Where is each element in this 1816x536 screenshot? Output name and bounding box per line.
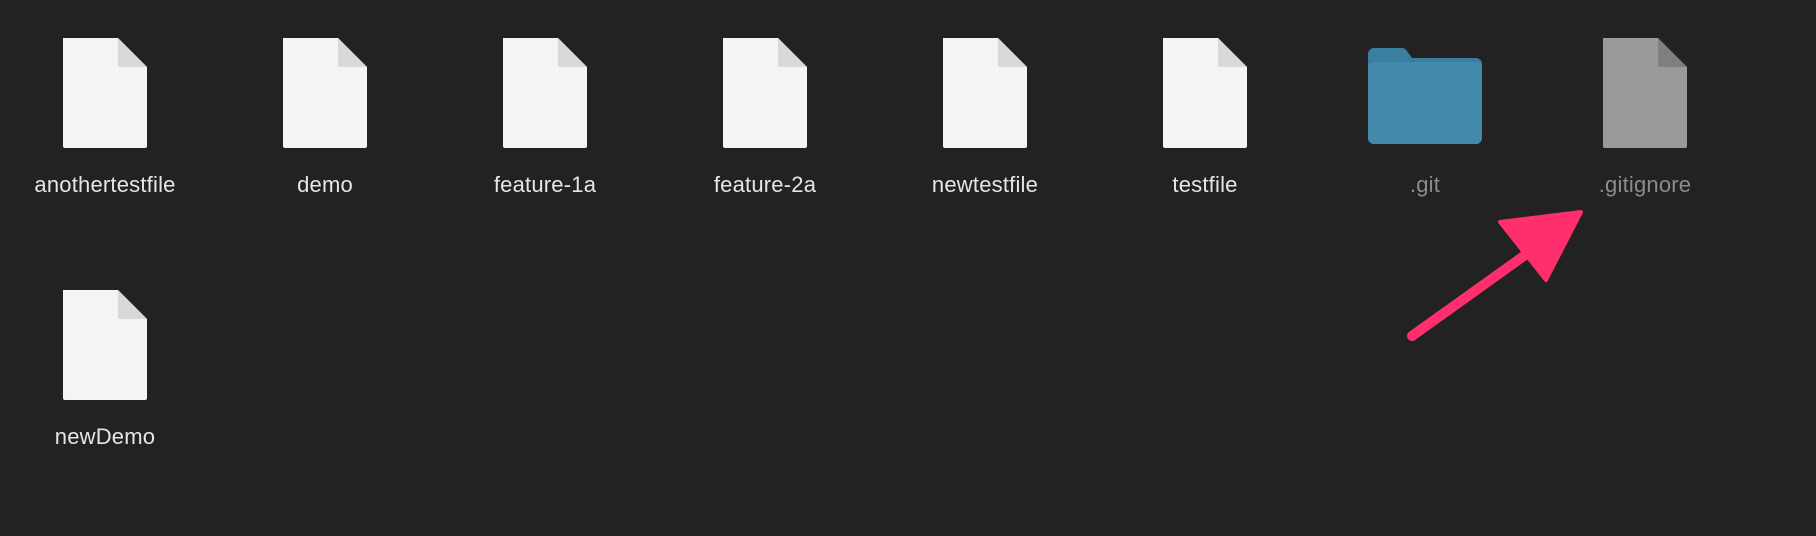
folder-name: .git [1409,172,1441,197]
document-icon [60,288,150,402]
file-item[interactable]: feature-2a [665,0,865,220]
file-item[interactable]: newDemo [5,252,205,472]
file-name: feature-2a [713,172,817,197]
file-item[interactable]: demo [225,0,425,220]
folder-icon [1364,42,1486,148]
file-item[interactable]: newtestfile [885,0,1085,220]
file-name: .gitignore [1598,172,1692,197]
finder-icon-view: anothertestfile demo feature-1a feature-… [0,0,1816,536]
file-item[interactable]: .gitignore [1545,0,1745,220]
file-item[interactable]: testfile [1105,0,1305,220]
file-name: anothertestfile [34,172,176,197]
document-icon [1160,36,1250,150]
document-icon [500,36,590,150]
document-icon [940,36,1030,150]
file-item[interactable]: feature-1a [445,0,645,220]
file-name: demo [297,172,353,197]
document-icon [60,36,150,150]
document-icon [280,36,370,150]
folder-item[interactable]: .git [1325,0,1525,220]
file-name: newtestfile [931,172,1039,197]
file-name: feature-1a [493,172,597,197]
file-name: newDemo [54,424,156,449]
file-name: testfile [1172,172,1238,197]
file-item[interactable]: anothertestfile [5,0,205,220]
document-icon [720,36,810,150]
document-icon [1600,36,1690,150]
